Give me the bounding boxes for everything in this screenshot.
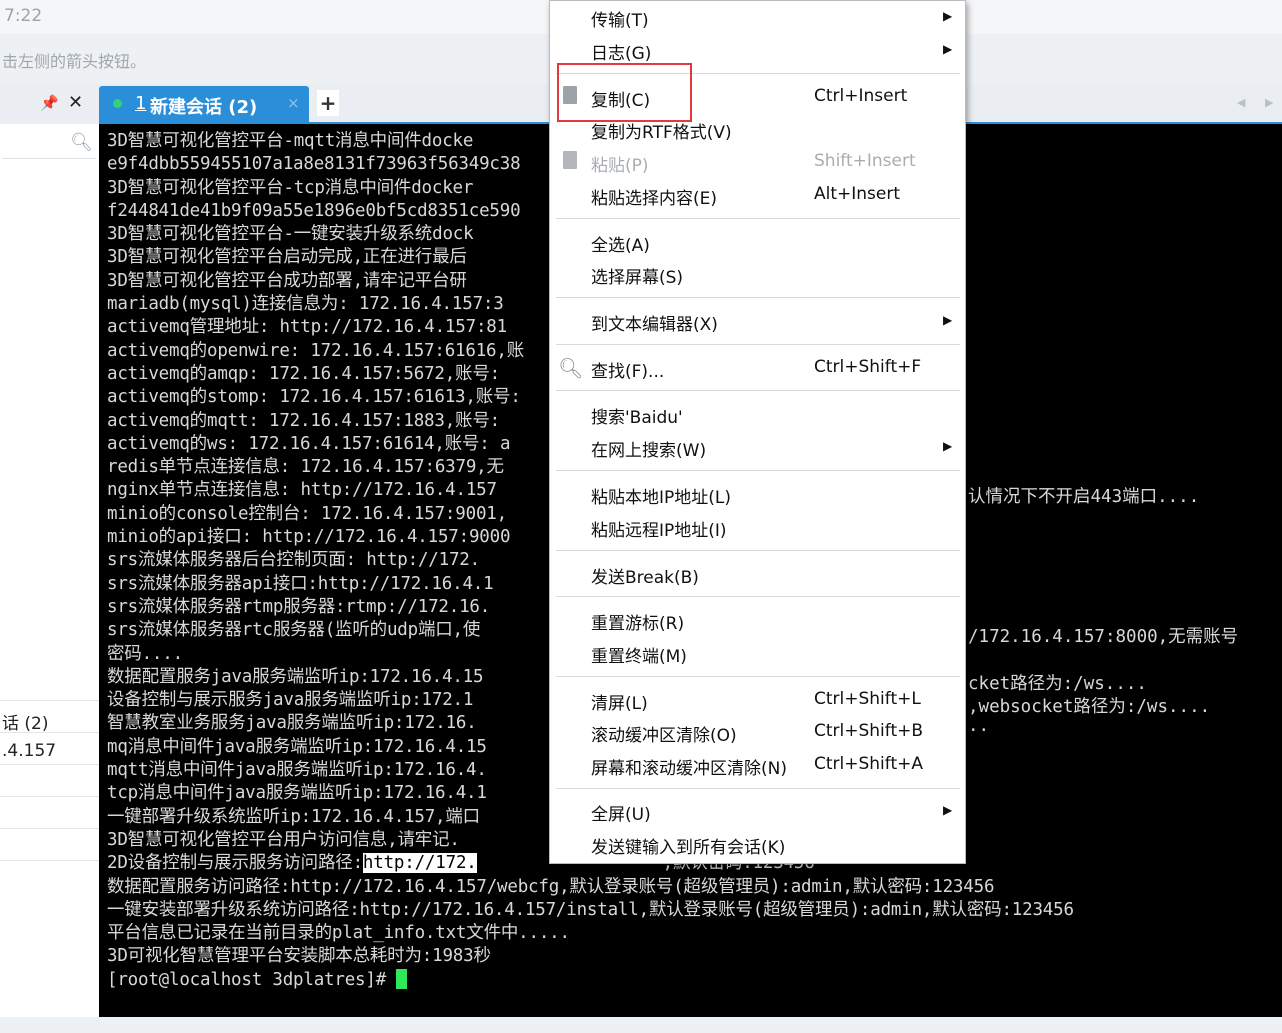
menu-item-select-screen[interactable]: 选择屏幕(S) — [591, 263, 683, 288]
submenu-arrow-icon: ▶ — [943, 439, 953, 453]
menu-item-reset-terminal[interactable]: 重置终端(M) — [591, 642, 687, 667]
terminal-line: 数据配置服务访问路径:http://172.16.4.157/webcfg,默认… — [107, 876, 995, 897]
submenu-arrow-icon: ▶ — [943, 803, 953, 817]
menu-separator — [556, 470, 960, 471]
paste-icon — [563, 151, 577, 169]
shortcut-copy: Ctrl+Insert — [814, 86, 908, 106]
terminal-cursor — [396, 968, 408, 989]
find-icon: 🔍︎ — [558, 356, 584, 380]
shortcut-clear-scrollback: Ctrl+Shift+B — [814, 721, 924, 741]
menu-separator — [556, 596, 960, 597]
menu-separator — [556, 788, 960, 789]
terminal-prompt-line[interactable]: [root@localhost 3dplatres]# — [107, 968, 1277, 992]
menu-item-send-key-all[interactable]: 发送键输入到所有会话(K) — [591, 833, 785, 858]
menu-item-to-editor[interactable]: 到文本编辑器(X) — [591, 310, 718, 335]
shortcut-paste: Shift+Insert — [814, 151, 916, 171]
menu-item-fullscreen[interactable]: 全屏(U) — [591, 800, 651, 825]
tab-number: 1 — [135, 93, 147, 114]
menu-item-reset-cursor[interactable]: 重置游标(R) — [591, 609, 684, 634]
copy-highlight-box — [557, 63, 692, 122]
session-row — [0, 796, 99, 829]
session-row-label[interactable]: 话 (2) — [2, 709, 48, 734]
shortcut-clear-both: Ctrl+Shift+A — [814, 754, 924, 774]
tab-close-icon[interactable]: × — [287, 94, 300, 112]
terminal-fragment: .. — [968, 716, 990, 736]
menu-item-find[interactable]: 查找(F)... — [591, 357, 664, 382]
terminal-text: 2D设备控制与展示服务访问路径: — [107, 853, 363, 874]
new-tab-button[interactable]: + — [317, 90, 339, 116]
shortcut-clear-screen: Ctrl+Shift+L — [814, 689, 921, 709]
menu-separator — [556, 297, 960, 298]
pin-icon[interactable]: 📌 — [40, 94, 59, 112]
menu-separator — [556, 344, 960, 345]
terminal-fragment: /172.16.4.157:8000,无需账号 — [968, 627, 1239, 647]
terminal-line: 一键安装部署升级系统访问路径:http://172.16.4.157/insta… — [107, 899, 1074, 920]
menu-item-paste-remote-ip[interactable]: 粘贴远程IP地址(I) — [591, 516, 727, 541]
menu-item-transfer[interactable]: 传输(T) — [591, 6, 649, 31]
menu-item-log[interactable]: 日志(G) — [591, 39, 651, 64]
terminal-fragment: 认情况下不开启443端口.... — [968, 487, 1200, 507]
session-panel — [0, 124, 99, 1033]
submenu-arrow-icon: ▶ — [943, 42, 953, 56]
session-row — [0, 764, 99, 797]
terminal-selection[interactable]: http://172. — [362, 853, 477, 874]
menu-separator — [556, 550, 960, 551]
menu-item-paste-selection[interactable]: 粘贴选择内容(E) — [591, 184, 717, 209]
terminal-line: 平台信息已记录在当前目录的plat_info.txt文件中..... — [107, 923, 570, 944]
menu-separator — [556, 218, 960, 219]
menu-separator — [556, 390, 960, 391]
menu-item-clear-both[interactable]: 屏幕和滚动缓冲区清除(N) — [591, 754, 787, 779]
menu-item-clear-scrollback[interactable]: 滚动缓冲区清除(O) — [591, 721, 737, 746]
session-row-host[interactable]: .4.157 — [2, 741, 56, 761]
menu-item-clear-screen[interactable]: 清屏(L) — [591, 689, 648, 714]
tab-label[interactable]: 新建会话 (2) — [150, 93, 257, 119]
menu-item-paste[interactable]: 粘贴(P) — [591, 151, 649, 176]
shell-prompt: [root@localhost 3dplatres]# — [107, 969, 397, 990]
session-row — [0, 828, 99, 861]
connected-status-icon — [113, 99, 122, 108]
tab-scroll-arrows-icon[interactable]: ◀ ▶ — [1237, 96, 1281, 109]
menu-separator — [556, 676, 960, 677]
menu-item-send-break[interactable]: 发送Break(B) — [591, 563, 699, 588]
menu-item-paste-local-ip[interactable]: 粘贴本地IP地址(L) — [591, 483, 731, 508]
shortcut-paste-selection: Alt+Insert — [814, 184, 901, 204]
terminal-fragment: cket路径为:/ws.... — [968, 674, 1147, 694]
menu-item-web-search[interactable]: 在网上搜索(W) — [591, 436, 706, 461]
hint-text: 击左侧的箭头按钮。 — [2, 52, 147, 71]
shortcut-find: Ctrl+Shift+F — [814, 357, 922, 377]
time-text: 7:22 — [4, 6, 43, 26]
submenu-arrow-icon: ▶ — [943, 9, 953, 23]
session-row — [0, 860, 99, 893]
status-bar — [0, 1017, 1282, 1033]
close-icon[interactable]: ✕ — [68, 92, 83, 113]
terminal-line: 3D可视化智慧管理平台安装脚本总耗时为:1983秒 — [107, 946, 491, 967]
menu-item-select-all[interactable]: 全选(A) — [591, 231, 650, 256]
search-icon[interactable]: 🔍︎ — [70, 132, 93, 153]
menu-item-copy-rtf[interactable]: 复制为RTF格式(V) — [591, 118, 732, 143]
submenu-arrow-icon: ▶ — [943, 313, 953, 327]
terminal-fragment: ,websocket路径为:/ws.... — [968, 697, 1211, 717]
menu-item-search-baidu[interactable]: 搜索'Baidu' — [591, 403, 683, 428]
